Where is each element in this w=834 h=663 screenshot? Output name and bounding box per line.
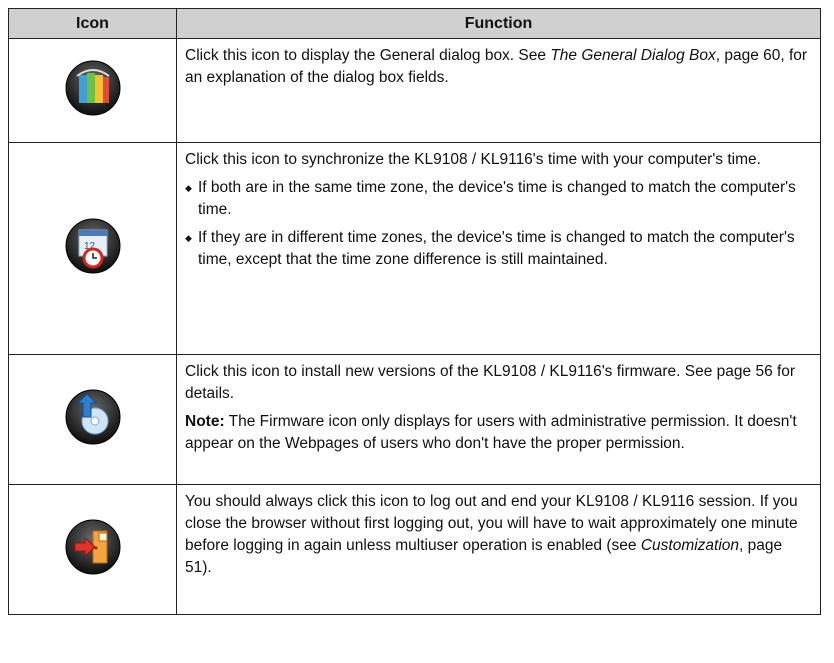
icon-cell [8, 484, 177, 615]
table-header-row: Icon Function [8, 8, 821, 39]
function-intro: Click this icon to install new versions … [185, 363, 796, 402]
note-paragraph: Note: The Firmware icon only displays fo… [185, 413, 797, 452]
logout-exit-door-icon [65, 519, 121, 575]
reference-customization: Customization [640, 537, 740, 554]
table-row: Click this icon to install new versions … [8, 354, 821, 485]
reference-general-dialog: The General Dialog Box [550, 47, 716, 64]
table-row: 12 Click this icon to synchronize the KL… [8, 142, 821, 355]
firmware-upgrade-disc-icon [65, 389, 121, 445]
function-text: Click this icon to display the General d… [185, 47, 808, 86]
table-row: Click this icon to display the General d… [8, 38, 821, 143]
function-cell: You should always click this icon to log… [176, 484, 821, 615]
bullet-item: If both are in the same time zone, the d… [185, 177, 812, 221]
function-cell: Click this icon to display the General d… [176, 38, 821, 143]
bullet-item: If they are in different time zones, the… [185, 227, 812, 271]
note-label: Note: [185, 413, 225, 430]
function-cell: Click this icon to install new versions … [176, 354, 821, 485]
function-cell: Click this icon to synchronize the KL910… [176, 142, 821, 355]
function-intro: Click this icon to synchronize the KL910… [185, 151, 761, 168]
time-sync-calendar-clock-icon: 12 [65, 218, 121, 274]
icon-cell [8, 38, 177, 143]
icon-cell: 12 [8, 142, 177, 355]
table-row: You should always click this icon to log… [8, 484, 821, 615]
icon-function-table: Icon Function Click this icon to display… [8, 8, 821, 615]
general-settings-books-icon [65, 60, 121, 116]
header-function: Function [176, 8, 821, 39]
function-text: You should always click this icon to log… [185, 493, 798, 576]
icon-cell [8, 354, 177, 485]
header-icon: Icon [8, 8, 177, 39]
